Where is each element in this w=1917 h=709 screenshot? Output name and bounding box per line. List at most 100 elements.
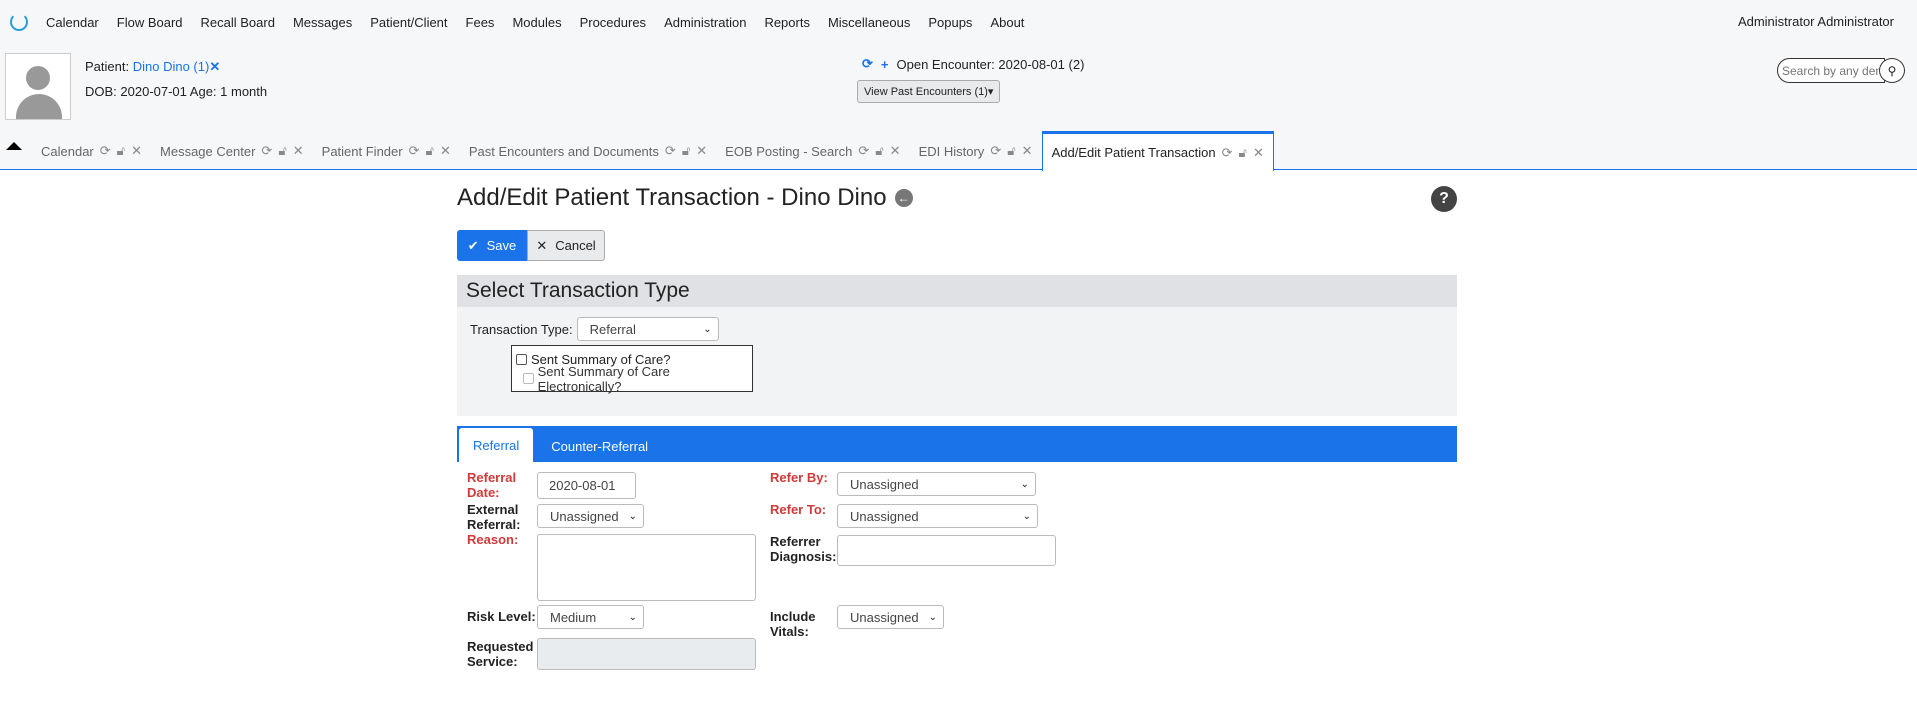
cancel-label: Cancel [555,238,596,253]
plus-icon[interactable]: + [881,57,889,72]
section-heading: Select Transaction Type [457,275,1457,307]
close-icon[interactable]: ✕ [890,143,901,159]
tab-referral[interactable]: Referral [459,428,534,462]
page-title-text: Add/Edit Patient Transaction - Dino Dino [457,184,887,211]
menu-about[interactable]: About [990,15,1024,30]
user-menu[interactable]: Administrator Administrator [1738,14,1894,29]
referrer-diagnosis-label: Referrer Diagnosis: [770,534,837,564]
refer-to-label: Refer To: [770,502,827,517]
unlock-icon[interactable]: 🔓︎ [875,143,883,159]
referral-form: Referral Date: 2020-08-01 External Refer… [457,462,1457,682]
patient-label: Patient: [85,59,130,74]
reason-textarea[interactable] [537,534,756,601]
save-button[interactable]: ✔ Save [457,230,527,261]
refresh-icon[interactable]: ⟳ [261,143,272,159]
requested-service-input[interactable] [537,638,756,670]
patient-dob: DOB: 2020-07-01 Age: 1 month [85,84,268,99]
openemr-logo-icon[interactable] [10,13,28,31]
help-icon[interactable]: ? [1431,186,1457,212]
refresh-icon[interactable]: ⟳ [990,143,1001,159]
tab-bar: Calendar ⟳ 🔓︎ ✕ Message Center ⟳ 🔓︎ ✕ Pa… [0,131,1274,171]
menu-recall-board[interactable]: Recall Board [201,15,275,30]
chevron-down-icon: ⌄ [1022,510,1031,522]
risk-level-label: Risk Level: [467,609,536,624]
menu-reports[interactable]: Reports [764,15,810,30]
search-input[interactable] [1777,58,1885,83]
referral-date-input[interactable]: 2020-08-01 [537,472,636,499]
reason-label: Reason: [467,532,519,547]
refer-by-select[interactable]: Unassigned ⌄ [837,472,1036,496]
collapse-header-icon[interactable] [6,142,22,150]
refresh-icon[interactable]: ⟳ [665,143,676,159]
referrer-diagnosis-input[interactable] [837,535,1056,566]
external-referral-value: Unassigned [550,508,619,524]
requested-service-label: Requested Service: [467,639,534,669]
close-icon[interactable]: ✕ [1022,143,1033,159]
close-icon[interactable]: ✕ [440,143,451,159]
menu-administration[interactable]: Administration [664,15,746,30]
menu-fees[interactable]: Fees [466,15,495,30]
close-patient-icon[interactable]: ✕ [209,59,220,74]
sent-summary-checkbox[interactable] [516,354,527,365]
search-icon[interactable]: ⚲ [1879,58,1905,83]
refresh-icon[interactable]: ⟳ [1222,145,1233,161]
transaction-type-select[interactable]: Referral ⌄ [576,317,719,341]
tab-calendar[interactable]: Calendar ⟳ 🔓︎ ✕ [32,132,151,170]
menu-modules[interactable]: Modules [512,15,561,30]
include-vitals-select[interactable]: Unassigned ⌄ [837,605,944,629]
view-past-encounters-button[interactable]: View Past Encounters (1) ▾ [857,80,1001,103]
external-referral-select[interactable]: Unassigned ⌄ [537,504,644,528]
tab-past-encounters[interactable]: Past Encounters and Documents ⟳ 🔓︎ ✕ [460,132,716,170]
unlock-icon[interactable]: 🔓︎ [682,143,690,159]
unlock-icon[interactable]: 🔓︎ [1239,145,1247,161]
sent-summary-elec-checkbox[interactable] [523,373,534,384]
unlock-icon[interactable]: 🔓︎ [1007,143,1015,159]
refresh-icon[interactable]: ⟳ [862,56,873,72]
unlock-icon[interactable]: 🔓︎ [278,143,286,159]
tab-eob-posting[interactable]: EOB Posting - Search ⟳ 🔓︎ ✕ [716,132,909,170]
patient-info: Patient: Dino Dino (1)✕ DOB: 2020-07-01 … [85,54,267,104]
close-icon[interactable]: ✕ [1253,145,1264,161]
transaction-type-value: Referral [589,321,636,337]
risk-level-select[interactable]: Medium ⌄ [537,605,644,629]
chevron-down-icon: ⌄ [628,510,637,522]
view-past-encounters-label: View Past Encounters (1) [864,85,988,98]
unlock-icon[interactable]: 🔓︎ [117,143,125,159]
menu-procedures[interactable]: Procedures [580,15,646,30]
transaction-type-section: Select Transaction Type Transaction Type… [457,275,1457,416]
tab-patient-finder[interactable]: Patient Finder ⟳ 🔓︎ ✕ [313,132,460,170]
transaction-page: Add/Edit Patient Transaction - Dino Dino… [457,170,1457,682]
menu-popups[interactable]: Popups [928,15,972,30]
check-icon: ✔ [467,237,479,253]
patient-name-link[interactable]: Dino Dino (1) [133,59,210,74]
menu-flow-board[interactable]: Flow Board [117,15,183,30]
tab-add-edit-transaction[interactable]: Add/Edit Patient Transaction ⟳ 🔓︎ ✕ [1041,131,1274,171]
tab-counter-referral[interactable]: Counter-Referral [533,430,666,462]
menu-calendar[interactable]: Calendar [46,15,99,30]
refresh-icon[interactable]: ⟳ [858,143,869,159]
open-encounter[interactable]: Open Encounter: 2020-08-01 (2) [897,57,1085,72]
tab-label: Message Center [160,143,256,159]
caret-down-icon: ▾ [987,86,994,98]
tab-label: Calendar [41,143,94,159]
encounter-bar: ⟳ + Open Encounter: 2020-08-01 (2) [862,56,1084,72]
tab-label: Past Encounters and Documents [468,143,659,159]
close-icon[interactable]: ✕ [293,143,304,159]
page-title: Add/Edit Patient Transaction - Dino Dino… [457,184,1457,212]
menu-miscellaneous[interactable]: Miscellaneous [828,15,910,30]
tab-label: Patient Finder [321,143,403,159]
back-arrow-icon[interactable]: ← [894,189,913,207]
unlock-icon[interactable]: 🔓︎ [426,143,434,159]
tab-message-center[interactable]: Message Center ⟳ 🔓︎ ✕ [151,132,313,170]
refresh-icon[interactable]: ⟳ [409,143,420,159]
refer-to-select[interactable]: Unassigned ⌄ [837,504,1038,528]
close-icon[interactable]: ✕ [131,143,142,159]
close-icon[interactable]: ✕ [696,143,707,159]
menu-messages[interactable]: Messages [293,15,352,30]
cancel-button[interactable]: ✕ Cancel [527,230,605,261]
refresh-icon[interactable]: ⟳ [100,143,111,159]
sent-summary-elec-label: Sent Summary of Care Electronically? [537,363,670,394]
tab-edi-history[interactable]: EDI History ⟳ 🔓︎ ✕ [910,132,1042,170]
avatar-body [16,94,62,119]
menu-patient-client[interactable]: Patient/Client [370,15,447,30]
